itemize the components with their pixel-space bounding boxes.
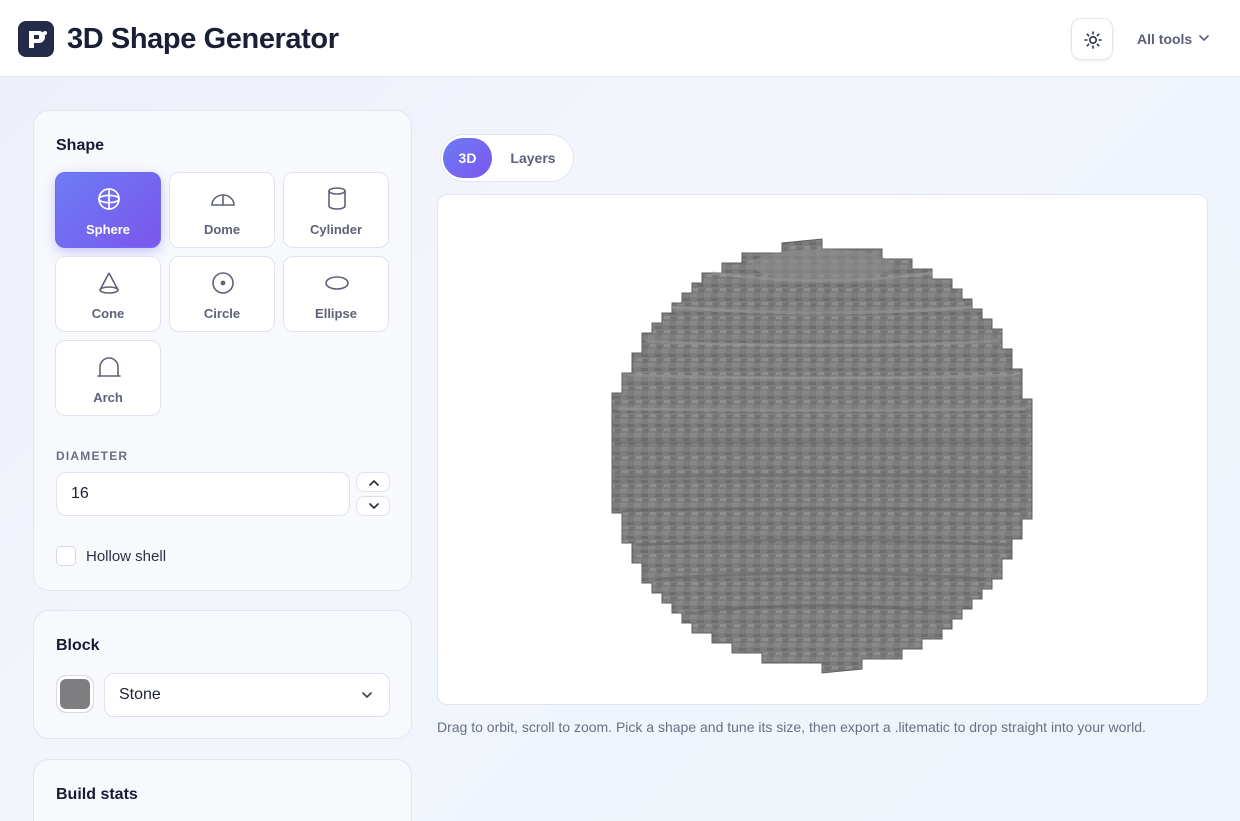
diameter-increment-button[interactable] [356, 472, 390, 492]
shape-panel: Shape Sphere Dome Cylinder Cone Circle E [33, 110, 412, 591]
viewer-hint: Drag to orbit, scroll to zoom. Pick a sh… [437, 719, 1146, 735]
shape-option-label: Cone [91, 306, 125, 321]
cone-icon [99, 272, 119, 294]
view-tabs: 3D Layers [440, 134, 574, 182]
voxel-sphere-render[interactable] [438, 195, 1208, 705]
shape-option-cone[interactable]: Cone [55, 256, 161, 332]
theme-toggle-button[interactable] [1071, 18, 1113, 60]
tab-layers[interactable]: Layers [499, 138, 567, 178]
block-panel: Block Stone [33, 610, 412, 739]
shape-option-label: Ellipse [315, 306, 357, 321]
shape-option-sphere[interactable]: Sphere [55, 172, 161, 248]
dome-icon [211, 194, 235, 206]
build-stats-panel: Build stats [33, 759, 412, 821]
shape-option-label: Cylinder [309, 222, 362, 237]
hollow-shell-checkbox[interactable] [56, 546, 76, 566]
shape-option-ellipse[interactable]: Ellipse [283, 256, 389, 332]
block-select-value: Stone [119, 686, 161, 703]
shape-option-arch[interactable]: Arch [55, 340, 161, 416]
hollow-shell-label[interactable]: Hollow shell [86, 548, 166, 565]
cylinder-icon [328, 187, 346, 210]
shape-option-label: Arch [93, 390, 123, 405]
shape-option-circle[interactable]: Circle [169, 256, 275, 332]
block-color-swatch [56, 675, 94, 713]
chevron-down-icon [362, 692, 372, 698]
shape-option-label: Sphere [85, 222, 131, 237]
tab-3d[interactable]: 3D [443, 138, 492, 178]
shape-option-dome[interactable]: Dome [169, 172, 275, 248]
3d-viewport[interactable] [437, 194, 1208, 705]
sun-icon [1084, 31, 1102, 49]
top-bar: 3D Shape Generator All tools [0, 0, 1240, 77]
diameter-decrement-button[interactable] [356, 496, 390, 516]
block-panel-title: Block [56, 637, 100, 654]
diameter-label: DIAMETER [56, 449, 129, 463]
voxel-layer-band [618, 407, 1026, 412]
arch-icon [97, 357, 121, 377]
chevron-down-icon[interactable] [1198, 33, 1210, 43]
all-tools-menu[interactable]: All tools [1137, 30, 1192, 48]
ellipse-icon [325, 276, 349, 290]
shape-option-label: Dome [203, 222, 241, 237]
block-select[interactable]: Stone [104, 673, 390, 717]
chevron-down-icon [369, 503, 379, 509]
p-logo-icon[interactable] [18, 21, 54, 57]
chevron-up-icon [369, 480, 379, 486]
diameter-input[interactable] [56, 472, 350, 516]
voxel-top-cap [752, 249, 892, 281]
sphere-icon [98, 188, 120, 210]
voxel-sphere-body [611, 238, 1033, 674]
app-title: 3D Shape Generator [67, 23, 339, 55]
voxel-layer-band [615, 474, 1029, 479]
circle-icon [212, 272, 234, 294]
shape-panel-title: Shape [56, 137, 105, 154]
build-stats-title: Build stats [56, 786, 138, 803]
shape-option-label: Circle [203, 306, 241, 321]
shape-option-cylinder[interactable]: Cylinder [283, 172, 389, 248]
